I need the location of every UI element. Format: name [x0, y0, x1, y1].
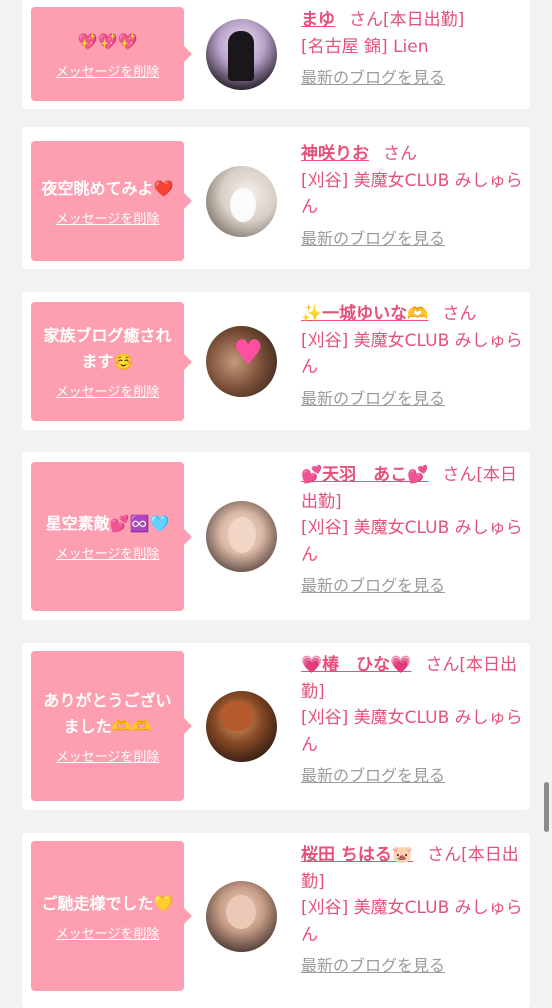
san-label: さん	[442, 304, 477, 324]
shop-name[interactable]: [刈谷] 美魔女CLUB みしゅらん	[301, 171, 523, 218]
message-card: ありがとうございました🫶🫶 メッセージを削除 💗椿 ひな💗 さん[本日出勤] [刈…	[22, 643, 530, 810]
work-status: [本日出勤]	[383, 10, 465, 30]
avatar-photo-icon	[230, 188, 256, 222]
message-card: ご馳走様でした💛 メッセージを削除 桜田 ちはる🐷 さん[本日出勤] [刈谷] 美…	[22, 833, 530, 1008]
message-text: 夜空眺めてみよ❤️	[41, 178, 174, 198]
latest-blog-link[interactable]: 最新のブログを見る	[301, 65, 523, 92]
girl-info: 💕天羽 あこ💕 さん[本日出勤] [刈谷] 美魔女CLUB みしゅらん 最新のブロ…	[301, 462, 523, 600]
san-label: さん	[349, 10, 383, 30]
avatar[interactable]	[206, 166, 277, 237]
shop-name[interactable]: [刈谷] 美魔女CLUB みしゅらん	[301, 898, 523, 945]
shop-name[interactable]: [刈谷] 美魔女CLUB みしゅらん	[301, 331, 523, 378]
message-text: 星空素敵💕♾️🩵	[45, 514, 170, 533]
avatar[interactable]	[206, 881, 277, 952]
delete-message-link[interactable]: メッセージを削除	[56, 381, 160, 400]
message-text: 家族ブログ癒されます☺️	[43, 326, 172, 371]
message-bubble: ご馳走様でした💛 メッセージを削除	[31, 841, 192, 991]
message-card: 💖💖💖 メッセージを削除 まゆ さん[本日出勤] [名古屋 錦] Lien 最新の…	[22, 0, 530, 109]
message-bubble: 💖💖💖 メッセージを削除	[31, 7, 192, 101]
delete-message-link[interactable]: メッセージを削除	[56, 208, 160, 227]
girl-info: まゆ さん[本日出勤] [名古屋 錦] Lien 最新のブログを見る	[301, 7, 523, 92]
avatar[interactable]: ♥	[206, 326, 277, 397]
message-card: 星空素敵💕♾️🩵 メッセージを削除 💕天羽 あこ💕 さん[本日出勤] [刈谷] 美…	[22, 452, 530, 620]
girl-name-link[interactable]: 桜田 ちはる🐷	[301, 845, 413, 865]
latest-blog-link[interactable]: 最新のブログを見る	[301, 953, 523, 980]
message-card: 夜空眺めてみよ❤️ メッセージを削除 神咲りお さん [刈谷] 美魔女CLUB み…	[22, 127, 530, 269]
girl-info: 神咲りお さん [刈谷] 美魔女CLUB みしゅらん 最新のブログを見る	[301, 141, 523, 252]
girl-name-link[interactable]: まゆ	[301, 10, 335, 30]
shop-name[interactable]: [刈谷] 美魔女CLUB みしゅらん	[301, 708, 523, 755]
girl-info: 桜田 ちはる🐷 さん[本日出勤] [刈谷] 美魔女CLUB みしゅらん 最新のブロ…	[301, 842, 523, 980]
girl-info: 💗椿 ひな💗 さん[本日出勤] [刈谷] 美魔女CLUB みしゅらん 最新のブログ…	[301, 652, 523, 790]
message-card: 家族ブログ癒されます☺️ メッセージを削除 ♥ ✨一城ゆいな🫶 さん [刈谷] 美…	[22, 292, 530, 430]
san-label: さん	[427, 845, 462, 865]
latest-blog-link[interactable]: 最新のブログを見る	[301, 386, 523, 413]
delete-message-link[interactable]: メッセージを削除	[56, 923, 160, 942]
shop-name[interactable]: [名古屋 錦] Lien	[301, 37, 429, 57]
avatar-photo-icon	[228, 517, 256, 553]
latest-blog-link[interactable]: 最新のブログを見る	[301, 226, 523, 253]
girl-name-link[interactable]: 神咲りお	[301, 144, 369, 164]
message-text: 💖💖💖	[77, 31, 138, 51]
girl-name-link[interactable]: 💗椿 ひな💗	[301, 655, 411, 675]
message-text: ありがとうございました🫶🫶	[43, 690, 172, 736]
girl-name-link[interactable]: ✨一城ゆいな🫶	[301, 304, 428, 324]
delete-message-link[interactable]: メッセージを削除	[56, 746, 160, 765]
scrollbar[interactable]	[544, 782, 549, 832]
san-label: さん	[383, 144, 417, 164]
message-bubble: 夜空眺めてみよ❤️ メッセージを削除	[31, 141, 192, 261]
avatar[interactable]	[206, 691, 277, 762]
latest-blog-link[interactable]: 最新のブログを見る	[301, 763, 523, 790]
delete-message-link[interactable]: メッセージを削除	[56, 61, 160, 80]
message-text: ご馳走様でした💛	[41, 893, 174, 913]
san-label: さん	[425, 655, 460, 675]
message-bubble: 家族ブログ癒されます☺️ メッセージを削除	[31, 302, 192, 421]
avatar-photo-icon	[220, 701, 254, 731]
avatar[interactable]	[206, 19, 277, 90]
avatar-photo-icon	[226, 895, 256, 929]
message-bubble: 星空素敵💕♾️🩵 メッセージを削除	[31, 462, 192, 611]
avatar-photo-icon	[228, 31, 254, 81]
heart-icon: ♥	[233, 333, 264, 373]
girl-name-link[interactable]: 💕天羽 あこ💕	[301, 465, 428, 485]
latest-blog-link[interactable]: 最新のブログを見る	[301, 573, 523, 600]
shop-name[interactable]: [刈谷] 美魔女CLUB みしゅらん	[301, 518, 523, 565]
san-label: さん	[442, 465, 477, 485]
girl-info: ✨一城ゆいな🫶 さん [刈谷] 美魔女CLUB みしゅらん 最新のブログを見る	[301, 301, 523, 412]
avatar[interactable]	[206, 501, 277, 572]
delete-message-link[interactable]: メッセージを削除	[56, 543, 160, 562]
message-bubble: ありがとうございました🫶🫶 メッセージを削除	[31, 651, 192, 801]
